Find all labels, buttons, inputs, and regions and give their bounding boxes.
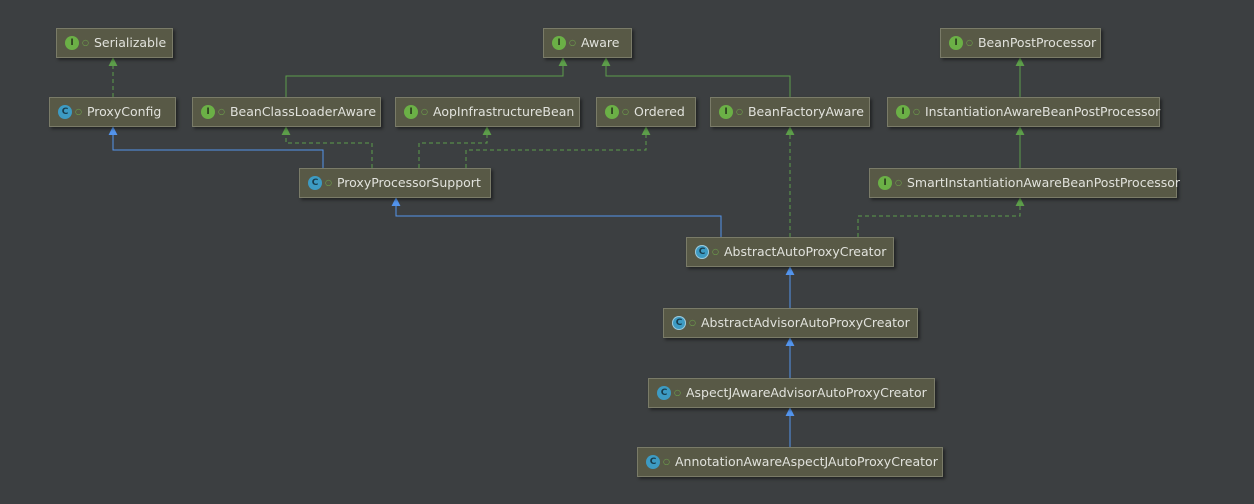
edge-proxy-processor-support-to-ordered — [465, 126, 651, 168]
interface-icon: I — [949, 36, 963, 50]
uml-diagram-canvas: I ○ Serializable I ○ Aware I ○ BeanPostProcessor… — [0, 0, 1254, 504]
node-label: AbstractAutoProxyCreator — [723, 243, 887, 259]
public-visibility-icon: ○ — [736, 107, 743, 116]
class-icon: C — [58, 105, 72, 119]
node-abstract-advisor-auto-proxy-creator[interactable]: C ○ AbstractAdvisorAutoProxyCreator — [663, 308, 918, 338]
public-visibility-icon: ○ — [82, 38, 89, 47]
class-icon: C — [646, 455, 660, 469]
node-label: ProxyConfig — [86, 103, 162, 119]
public-visibility-icon: ○ — [75, 107, 82, 116]
interface-icon: I — [896, 105, 910, 119]
public-visibility-icon: ○ — [663, 457, 670, 466]
public-visibility-icon: ○ — [689, 318, 696, 327]
interface-icon: I — [65, 36, 79, 50]
node-label: SmartInstantiationAwareBeanPostProcessor — [906, 174, 1181, 190]
interface-icon: I — [552, 36, 566, 50]
node-label: ProxyProcessorSupport — [336, 174, 481, 190]
node-ordered[interactable]: I ○ Ordered — [596, 97, 696, 127]
node-label: AbstractAdvisorAutoProxyCreator — [700, 314, 910, 330]
node-label: BeanPostProcessor — [977, 34, 1097, 50]
edge-proxy-processor-support-to-aop-infrastructure-bean — [418, 126, 492, 168]
node-label: BeanFactoryAware — [747, 103, 864, 119]
node-instantiation-aware-bean-post-processor[interactable]: I ○ InstantiationAwareBeanPostProcessor — [887, 97, 1160, 127]
node-label: Ordered — [633, 103, 685, 119]
interface-icon: I — [201, 105, 215, 119]
node-proxy-processor-support[interactable]: C ○ ProxyProcessorSupport — [299, 168, 491, 198]
node-aop-infrastructure-bean[interactable]: I ○ AopInfrastructureBean — [395, 97, 580, 127]
class-icon: C — [657, 386, 671, 400]
public-visibility-icon: ○ — [674, 388, 681, 397]
edges-layer — [108, 57, 1025, 447]
node-abstract-auto-proxy-creator[interactable]: C ○ AbstractAutoProxyCreator — [686, 237, 894, 267]
public-visibility-icon: ○ — [712, 247, 719, 256]
node-label: AopInfrastructureBean — [432, 103, 575, 119]
public-visibility-icon: ○ — [218, 107, 225, 116]
abstract-class-icon: C — [672, 316, 686, 330]
abstract-class-icon: C — [695, 245, 709, 259]
node-bean-post-processor[interactable]: I ○ BeanPostProcessor — [940, 28, 1101, 58]
edge-proxy-processor-support-to-proxy-config — [108, 126, 324, 168]
edge-abstract-auto-proxy-creator-to-smart-instantiation-aware-bean-post-processor — [857, 197, 1025, 237]
node-aspectj-aware-advisor-auto-proxy-creator[interactable]: C ○ AspectJAwareAdvisorAutoProxyCreator — [648, 378, 935, 408]
interface-icon: I — [878, 176, 892, 190]
node-label: BeanClassLoaderAware — [229, 103, 377, 119]
public-visibility-icon: ○ — [622, 107, 629, 116]
public-visibility-icon: ○ — [569, 38, 576, 47]
node-serializable[interactable]: I ○ Serializable — [56, 28, 173, 58]
class-icon: C — [308, 176, 322, 190]
node-proxy-config[interactable]: C ○ ProxyConfig — [49, 97, 176, 127]
node-label: Serializable — [93, 34, 167, 50]
edge-bean-factory-aware-to-aware — [601, 57, 791, 97]
node-label: InstantiationAwareBeanPostProcessor — [924, 103, 1161, 119]
node-annotation-aware-aspectj-auto-proxy-creator[interactable]: C ○ AnnotationAwareAspectJAutoProxyCreator — [637, 447, 943, 477]
edge-proxy-processor-support-to-bean-class-loader-aware — [281, 126, 373, 168]
public-visibility-icon: ○ — [421, 107, 428, 116]
edge-abstract-auto-proxy-creator-to-proxy-processor-support — [391, 197, 722, 237]
node-bean-class-loader-aware[interactable]: I ○ BeanClassLoaderAware — [192, 97, 381, 127]
node-bean-factory-aware[interactable]: I ○ BeanFactoryAware — [710, 97, 870, 127]
node-label: AnnotationAwareAspectJAutoProxyCreator — [674, 453, 938, 469]
interface-icon: I — [404, 105, 418, 119]
node-label: Aware — [580, 34, 620, 50]
interface-icon: I — [719, 105, 733, 119]
public-visibility-icon: ○ — [913, 107, 920, 116]
node-label: AspectJAwareAdvisorAutoProxyCreator — [685, 384, 927, 400]
interface-icon: I — [605, 105, 619, 119]
edge-bean-class-loader-aware-to-aware — [285, 57, 568, 97]
node-aware[interactable]: I ○ Aware — [543, 28, 632, 58]
public-visibility-icon: ○ — [895, 178, 902, 187]
public-visibility-icon: ○ — [966, 38, 973, 47]
public-visibility-icon: ○ — [325, 178, 332, 187]
node-smart-instantiation-aware-bean-post-processor[interactable]: I ○ SmartInstantiationAwareBeanPostProcess… — [869, 168, 1181, 198]
